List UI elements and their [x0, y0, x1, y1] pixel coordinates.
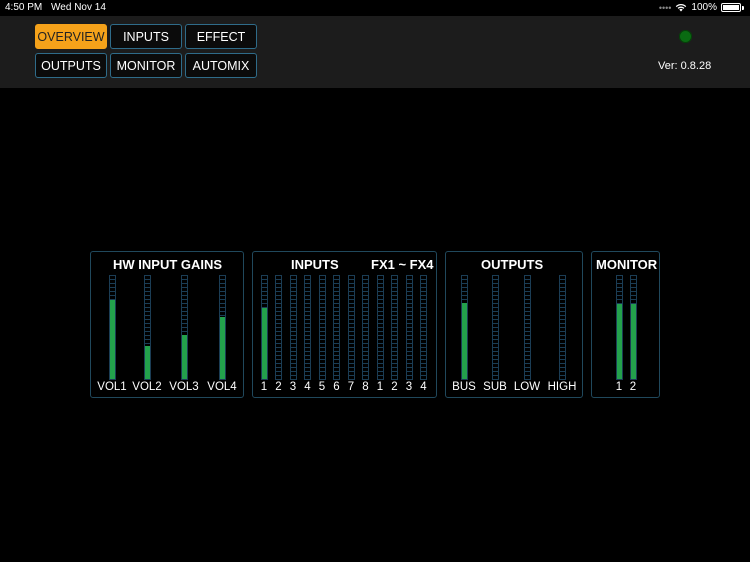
level-meter [333, 275, 340, 380]
panel-title-inputs: INPUTS [291, 257, 339, 272]
level-meter-fill [616, 303, 622, 379]
level-meter-fill [109, 299, 115, 379]
signal-dots-icon: •••• [658, 2, 672, 13]
level-meter-fill [630, 303, 636, 379]
meter-label: VOL3 [169, 381, 199, 393]
level-meter-fill [461, 302, 467, 379]
level-meter [318, 275, 326, 380]
status-date: Wed Nov 14 [51, 2, 106, 13]
meter-label: 2 [629, 381, 637, 393]
connection-status-led [679, 30, 692, 43]
level-meter [289, 275, 297, 380]
meter-label: HIGH [547, 381, 577, 393]
level-meter-fill [261, 307, 267, 379]
battery-tip [742, 5, 744, 10]
tab-automix[interactable]: AUTOMIX [185, 53, 257, 78]
tab-overview[interactable]: OVERVIEW [35, 24, 107, 49]
panel-title-hw-input-gains: HW INPUT GAINS [113, 257, 223, 272]
level-meter [347, 275, 355, 380]
meter-label: LOW [513, 381, 541, 393]
wifi-icon [676, 3, 687, 12]
level-meter [391, 275, 398, 380]
level-meter [460, 275, 468, 380]
meter-label: 4 [420, 381, 427, 393]
level-meter [491, 275, 499, 380]
panel-monitor: MONITOR 12 [591, 251, 660, 398]
header-bar: OVERVIEW INPUTS EFFECT OUTPUTS MONITOR A… [0, 16, 750, 88]
panel-hw-input-gains: HW INPUT GAINS VOL1 VOL2 VOL3 VOL4 [90, 251, 244, 398]
panel-inputs: INPUTS FX1 ~ FX4 123456781234 [252, 251, 437, 398]
level-meter [180, 275, 188, 380]
level-meter-fill [144, 346, 150, 379]
panel-title-outputs: OUTPUTS [481, 257, 544, 272]
panel-outputs: OUTPUTS BUS SUB LOW HIGH [445, 251, 583, 398]
level-meter-fill [219, 317, 225, 379]
tab-inputs[interactable]: INPUTS [110, 24, 182, 49]
version-label: Ver: 0.8.28 [658, 60, 712, 72]
tab-monitor[interactable]: MONITOR [110, 53, 182, 78]
level-meter-fill [181, 334, 187, 379]
meter-label: VOL4 [207, 381, 237, 393]
status-left: 4:50 PM Wed Nov 14 [5, 2, 112, 13]
level-meter [304, 275, 311, 380]
level-meter [143, 275, 151, 380]
status-right: •••• 100% [659, 2, 744, 13]
status-bar: 4:50 PM Wed Nov 14 •••• 100% [0, 0, 750, 16]
level-meter [260, 275, 268, 380]
meter-label: VOL1 [97, 381, 127, 393]
level-meter [108, 275, 116, 380]
level-meter [218, 275, 226, 380]
level-meter [629, 275, 637, 380]
tab-effect[interactable]: EFFECT [185, 24, 257, 49]
battery-percent: 100% [691, 2, 717, 13]
panel-title-fx: FX1 ~ FX4 [371, 257, 434, 272]
level-meter [275, 275, 282, 380]
level-meter [405, 275, 413, 380]
level-meter [376, 275, 384, 380]
level-meter [362, 275, 369, 380]
tab-outputs[interactable]: OUTPUTS [35, 53, 107, 78]
status-time: 4:50 PM [5, 2, 43, 13]
level-meter [420, 275, 427, 380]
level-meter [615, 275, 623, 380]
level-meter [558, 275, 566, 380]
battery-icon [721, 3, 741, 12]
meter-label: VOL2 [132, 381, 162, 393]
level-meter [523, 275, 531, 380]
panel-title-monitor: MONITOR [596, 257, 658, 272]
